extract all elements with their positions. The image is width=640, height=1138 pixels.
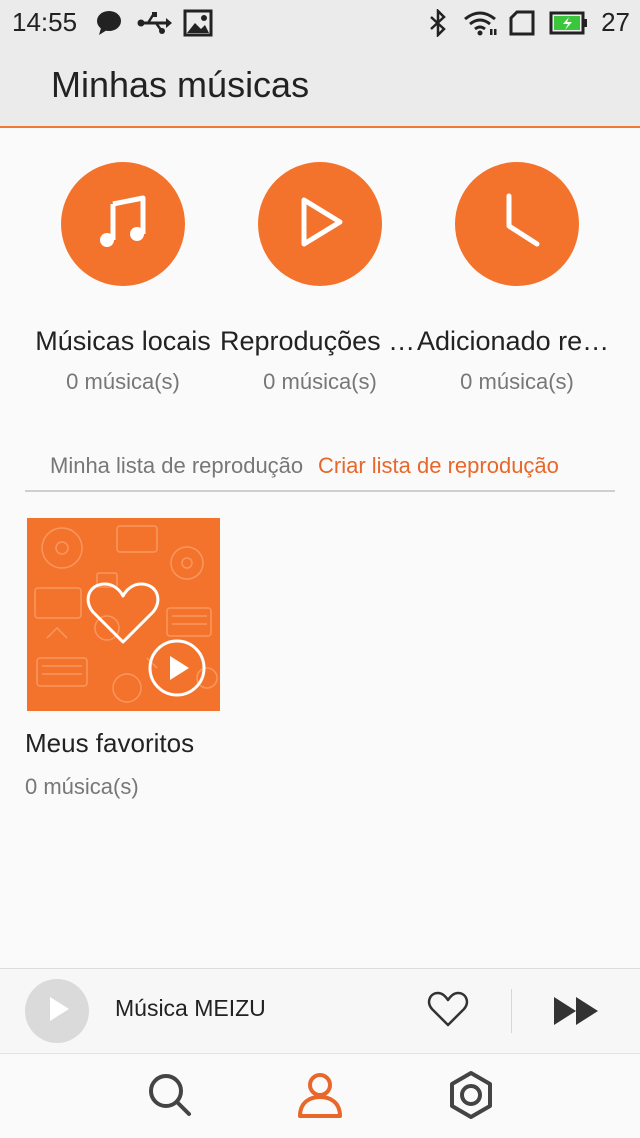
play-icon[interactable] (147, 638, 207, 703)
page-title: Minhas músicas (51, 64, 310, 105)
settings-icon[interactable] (446, 1070, 496, 1120)
battery-icon (549, 9, 589, 42)
category-recent-plays[interactable]: Reproduções recentes 0 música(s) (220, 162, 420, 395)
status-bar: 14:55 27 (0, 0, 640, 46)
music-note-icon (93, 192, 153, 257)
category-recently-added[interactable]: Adicionado recentemente 0 música(s) (417, 162, 617, 395)
play-icon (42, 994, 72, 1029)
sim-icon (508, 9, 536, 42)
category-label: Reproduções recentes (220, 326, 420, 356)
profile-icon[interactable] (295, 1070, 345, 1120)
favorites-cover[interactable] (27, 518, 220, 711)
app-header: Minhas músicas (0, 46, 640, 128)
bottom-nav (0, 1054, 640, 1138)
category-label: Músicas locais (35, 326, 211, 356)
heart-icon[interactable] (427, 991, 469, 1034)
status-time: 14:55 (12, 7, 78, 37)
category-circle (455, 162, 579, 286)
category-local-music[interactable]: Músicas locais 0 música(s) (23, 162, 223, 395)
playlist-section-title: Minha lista de reprodução (50, 453, 304, 478)
category-circle (258, 162, 382, 286)
chat-icon (95, 9, 123, 42)
play-icon (292, 194, 348, 255)
usb-icon (136, 9, 172, 42)
player-play-button[interactable] (25, 979, 89, 1043)
search-icon[interactable] (145, 1070, 195, 1120)
playlist-count: 0 música(s) (25, 774, 139, 799)
playlist-header: Minha lista de reprodução Criar lista de… (25, 448, 615, 492)
create-playlist-button[interactable]: Criar lista de reprodução (318, 453, 559, 479)
category-count: 0 música(s) (460, 369, 574, 394)
category-circle (61, 162, 185, 286)
mini-player: Música MEIZU (0, 968, 640, 1054)
image-icon (183, 9, 213, 42)
category-label: Adicionado recentemente (417, 326, 617, 356)
wifi-icon (463, 9, 497, 42)
fast-forward-icon[interactable] (552, 995, 600, 1032)
battery-level: 27 (601, 7, 630, 37)
category-count: 0 música(s) (66, 369, 180, 394)
bluetooth-icon (427, 7, 449, 42)
category-count: 0 música(s) (263, 369, 377, 394)
player-track-title: Música MEIZU (115, 995, 266, 1021)
playlist-name[interactable]: Meus favoritos (25, 728, 194, 759)
divider (511, 989, 512, 1033)
clock-icon (487, 192, 547, 257)
